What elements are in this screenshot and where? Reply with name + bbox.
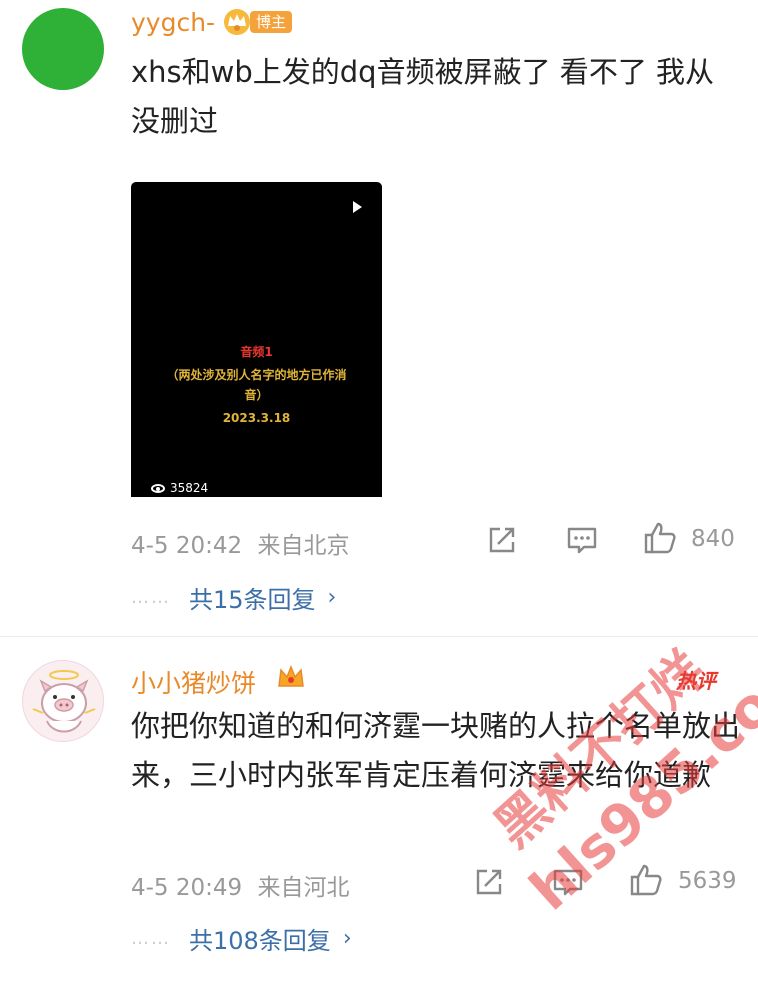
video-date: 2023.3.18 [222, 411, 291, 425]
comment-icon[interactable] [565, 523, 599, 557]
blogger-badge: 博主 [250, 11, 293, 33]
eye-icon [151, 483, 165, 493]
reply-dots: …… [131, 587, 171, 608]
username[interactable]: yygch- [131, 8, 215, 37]
crown-icon [278, 664, 304, 687]
like-count: 840 [691, 526, 735, 552]
comment-item: yygch- 博主 xhs和wb上发的dq音频被屏蔽了 看不了 我从没删过 音频… [0, 0, 758, 636]
video-thumbnail[interactable]: 音频1 （两处涉及别人名字的地方已作消音） 2023.3.18 35824 [131, 182, 382, 497]
avatar[interactable] [22, 660, 104, 742]
chevron-right-icon: › [342, 926, 352, 951]
like-icon[interactable] [643, 521, 677, 555]
comment-item [0, 637, 758, 989]
comment-meta: 4-5 20:49 来自河北 [131, 868, 349, 902]
avatar[interactable] [22, 8, 104, 90]
view-replies-link[interactable]: …… 共15条回复 › [131, 580, 336, 615]
share-icon[interactable] [472, 865, 506, 899]
location: 来自河北 [257, 875, 350, 901]
comment-text: 你把你知道的和何济霆一块赌的人拉个名单放出来，三小时内张军肯定压着何济霆来给你道… [131, 709, 741, 792]
timestamp: 4-5 20:49 [131, 875, 243, 901]
like-icon[interactable] [629, 863, 663, 897]
hot-comment-badge: 热评 [676, 669, 716, 693]
view-count: 35824 [151, 481, 208, 495]
video-title: 音频1 [240, 345, 273, 359]
view-replies-link[interactable]: …… 共108条回复 › [131, 921, 352, 956]
username[interactable]: 小小猪炒饼 [131, 664, 256, 700]
reply-count-label: 共15条回复 [189, 586, 316, 614]
comment-meta: 4-5 20:42 来自北京 [131, 526, 349, 560]
pig-avatar-icon [32, 670, 96, 733]
like-count: 5639 [678, 868, 737, 894]
timestamp: 4-5 20:42 [131, 533, 243, 559]
location: 来自北京 [257, 533, 350, 559]
reply-count-label: 共108条回复 [189, 927, 331, 955]
play-icon[interactable] [353, 201, 362, 213]
share-icon[interactable] [485, 523, 519, 557]
reply-dots: …… [131, 928, 171, 949]
chevron-right-icon: › [327, 585, 337, 610]
comment-text: xhs和wb上发的dq音频被屏蔽了 看不了 我从没删过 [131, 55, 715, 138]
video-subtitle: （两处涉及别人名字的地方已作消音） [166, 368, 347, 402]
view-count-value: 35824 [170, 481, 209, 495]
comment-icon[interactable] [551, 865, 585, 899]
